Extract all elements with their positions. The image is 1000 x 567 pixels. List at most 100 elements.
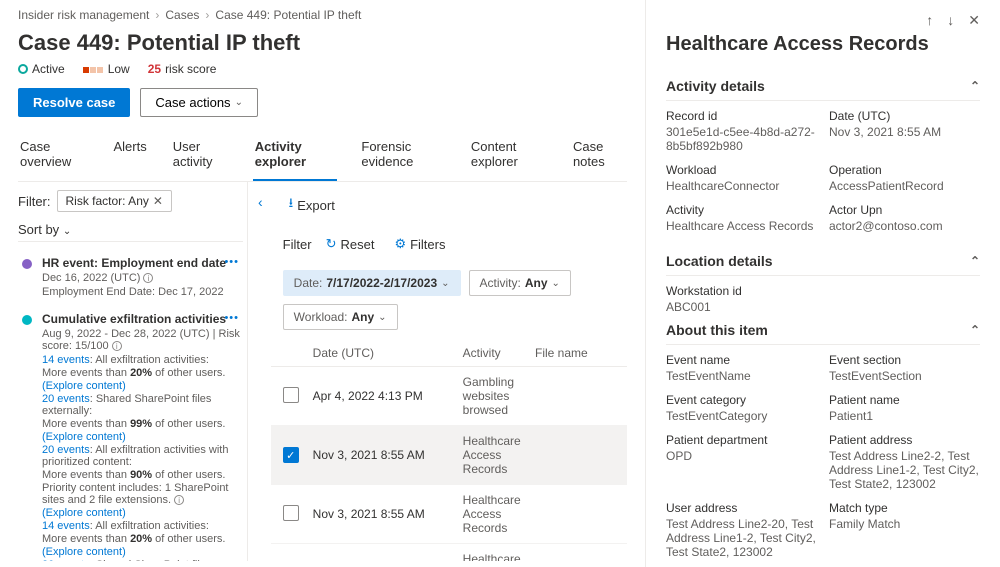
chevron-up-icon: ⌃ bbox=[970, 254, 980, 268]
chevron-down-icon: ⌄ bbox=[441, 278, 449, 289]
col-activity[interactable]: Activity bbox=[463, 346, 535, 360]
tab-case-overview[interactable]: Case overview bbox=[18, 129, 89, 181]
event-meta: Aug 9, 2022 - Dec 28, 2022 (UTC) | Risk … bbox=[42, 328, 241, 352]
filter-chip-workload[interactable]: Workload: Any ⌄ bbox=[283, 304, 398, 330]
case-actions-button[interactable]: Case actions⌄ bbox=[140, 88, 258, 117]
table-row[interactable]: Apr 4, 2022 4:13 PMGambling websites bro… bbox=[271, 367, 627, 426]
table-header: Date (UTC) Activity File name bbox=[271, 340, 627, 367]
more-icon[interactable]: ••• bbox=[224, 256, 239, 268]
risk-score-label: risk score bbox=[165, 62, 216, 76]
field-label: Actor Upn bbox=[829, 203, 980, 217]
col-filename[interactable]: File name bbox=[535, 346, 615, 360]
more-icon[interactable]: ••• bbox=[224, 312, 239, 324]
reset-filters-button[interactable]: ↻Reset bbox=[320, 232, 381, 256]
panel-down-arrow[interactable]: ↓ bbox=[947, 12, 954, 29]
chevron-down-icon: ⌄ bbox=[552, 278, 560, 289]
timeline-event[interactable]: •••Cumulative exfiltration activities Aug… bbox=[18, 306, 243, 561]
tab-case-notes[interactable]: Case notes bbox=[571, 129, 627, 181]
breadcrumb-root[interactable]: Insider risk management bbox=[18, 8, 149, 22]
page-title: Case 449: Potential IP theft bbox=[18, 30, 627, 56]
event-count-link[interactable]: 20 events bbox=[42, 393, 90, 405]
field-value: TestEventName bbox=[666, 369, 817, 383]
cell-date: Nov 3, 2021 8:55 AM bbox=[313, 507, 463, 521]
row-checkbox[interactable]: ✓ bbox=[283, 447, 299, 463]
row-checkbox[interactable] bbox=[283, 505, 299, 521]
section-header[interactable]: About this item⌃ bbox=[666, 314, 980, 345]
explore-content-link[interactable]: (Explore content) bbox=[42, 380, 126, 392]
filter-label: Filter bbox=[283, 237, 312, 252]
info-icon[interactable]: i bbox=[112, 341, 122, 351]
tab-activity-explorer[interactable]: Activity explorer bbox=[253, 129, 338, 181]
panel-up-arrow[interactable]: ↑ bbox=[926, 12, 933, 29]
chevron-down-icon: ⌄ bbox=[378, 312, 386, 323]
table-row[interactable]: Nov 3, 2021 8:55 AMHealthcare Access Rec… bbox=[271, 485, 627, 544]
info-icon[interactable]: i bbox=[143, 273, 153, 283]
table-row[interactable]: ✓Nov 3, 2021 8:55 AMHealthcare Access Re… bbox=[271, 426, 627, 485]
tab-content-explorer[interactable]: Content explorer bbox=[469, 129, 549, 181]
export-icon: ⭳ bbox=[289, 194, 294, 216]
field-value: Test Address Line2-20, Test Address Line… bbox=[666, 517, 817, 559]
tab-user-activity[interactable]: User activity bbox=[171, 129, 231, 181]
filter-label: Filter: bbox=[18, 194, 51, 209]
event-detail-line: More events than 20% of other users. bbox=[42, 367, 241, 379]
table-row[interactable]: Nov 3, 2021 8:55 AMHealthcare Access Rec… bbox=[271, 544, 627, 561]
breadcrumb[interactable]: Insider risk management › Cases › Case 4… bbox=[18, 8, 627, 22]
event-detail-line: Priority content includes: 1 SharePoint … bbox=[42, 482, 241, 506]
cell-activity: Healthcare Access Records bbox=[463, 552, 535, 561]
event-count-link[interactable]: 14 events bbox=[42, 354, 90, 366]
event-count-link[interactable]: 20 events bbox=[42, 559, 90, 561]
event-count-link[interactable]: 14 events bbox=[42, 520, 90, 532]
cell-activity: Gambling websites browsed bbox=[463, 375, 535, 417]
close-icon[interactable]: ✕ bbox=[153, 194, 163, 208]
event-detail-line: 14 events: All exfiltration activities: bbox=[42, 354, 241, 366]
explore-content-link[interactable]: (Explore content) bbox=[42, 546, 126, 558]
filter-chip-date[interactable]: Date: 7/17/2022-2/17/2023 ⌄ bbox=[283, 270, 461, 296]
field-label: Workload bbox=[666, 163, 817, 177]
severity-icon bbox=[83, 62, 104, 76]
cell-activity: Healthcare Access Records bbox=[463, 493, 535, 535]
timeline-event[interactable]: •••HR event: Employment end dateDec 16, … bbox=[18, 250, 243, 306]
event-detail-line: More events than 99% of other users. bbox=[42, 418, 241, 430]
event-count-link[interactable]: 20 events bbox=[42, 444, 90, 456]
field-label: Patient department bbox=[666, 433, 817, 447]
detail-field: Date (UTC)Nov 3, 2021 8:55 AM bbox=[829, 109, 980, 153]
panel-close-icon[interactable]: ✕ bbox=[968, 12, 980, 29]
field-value: HealthcareConnector bbox=[666, 179, 817, 193]
cell-date: Apr 4, 2022 4:13 PM bbox=[313, 389, 463, 403]
row-checkbox[interactable] bbox=[283, 387, 299, 403]
export-button[interactable]: ⭳Export bbox=[283, 190, 341, 220]
section-header[interactable]: Activity details⌃ bbox=[666, 70, 980, 101]
filter-chip-activity[interactable]: Activity: Any ⌄ bbox=[469, 270, 571, 296]
detail-field: Patient departmentOPD bbox=[666, 433, 817, 491]
field-value: TestEventCategory bbox=[666, 409, 817, 423]
section-header[interactable]: Location details⌃ bbox=[666, 245, 980, 276]
col-date[interactable]: Date (UTC) bbox=[313, 346, 463, 360]
breadcrumb-cases[interactable]: Cases bbox=[165, 8, 199, 22]
event-title: Cumulative exfiltration activities bbox=[42, 312, 241, 326]
filters-button[interactable]: ⚙Filters bbox=[388, 232, 451, 256]
explore-content-link[interactable]: (Explore content) bbox=[42, 431, 126, 443]
sort-by-dropdown[interactable]: Sort by ⌄ bbox=[18, 218, 243, 242]
field-value: ABC001 bbox=[666, 300, 980, 314]
tab-forensic-evidence[interactable]: Forensic evidence bbox=[359, 129, 447, 181]
chevron-right-icon: › bbox=[205, 8, 209, 22]
cell-date: Nov 3, 2021 8:55 AM bbox=[313, 448, 463, 462]
filter-chip-risk-factor[interactable]: Risk factor: Any✕ bbox=[57, 190, 172, 212]
tab-alerts[interactable]: Alerts bbox=[111, 129, 148, 181]
explore-content-link[interactable]: (Explore content) bbox=[42, 507, 126, 519]
chevron-down-icon: ⌄ bbox=[235, 97, 243, 108]
field-value: TestEventSection bbox=[829, 369, 980, 383]
reset-icon: ↻ bbox=[326, 236, 337, 252]
event-detail-line: 14 events: All exfiltration activities: bbox=[42, 520, 241, 532]
collapse-sidebar-chevron[interactable]: ‹ bbox=[250, 190, 271, 214]
field-value: Test Address Line2-2, Test Address Line1… bbox=[829, 449, 980, 491]
info-icon[interactable]: i bbox=[174, 495, 184, 505]
detail-field: Patient address Test Address Line2-2, Tes… bbox=[829, 433, 980, 491]
event-detail-line: 20 events: All exfiltration activities w… bbox=[42, 444, 241, 468]
field-value: Healthcare Access Records bbox=[666, 219, 817, 233]
resolve-case-button[interactable]: Resolve case bbox=[18, 88, 130, 117]
field-label: User address bbox=[666, 501, 817, 515]
field-label: Record id bbox=[666, 109, 817, 123]
detail-field: Match typeFamily Match bbox=[829, 501, 980, 559]
field-label: Patient address bbox=[829, 433, 980, 447]
